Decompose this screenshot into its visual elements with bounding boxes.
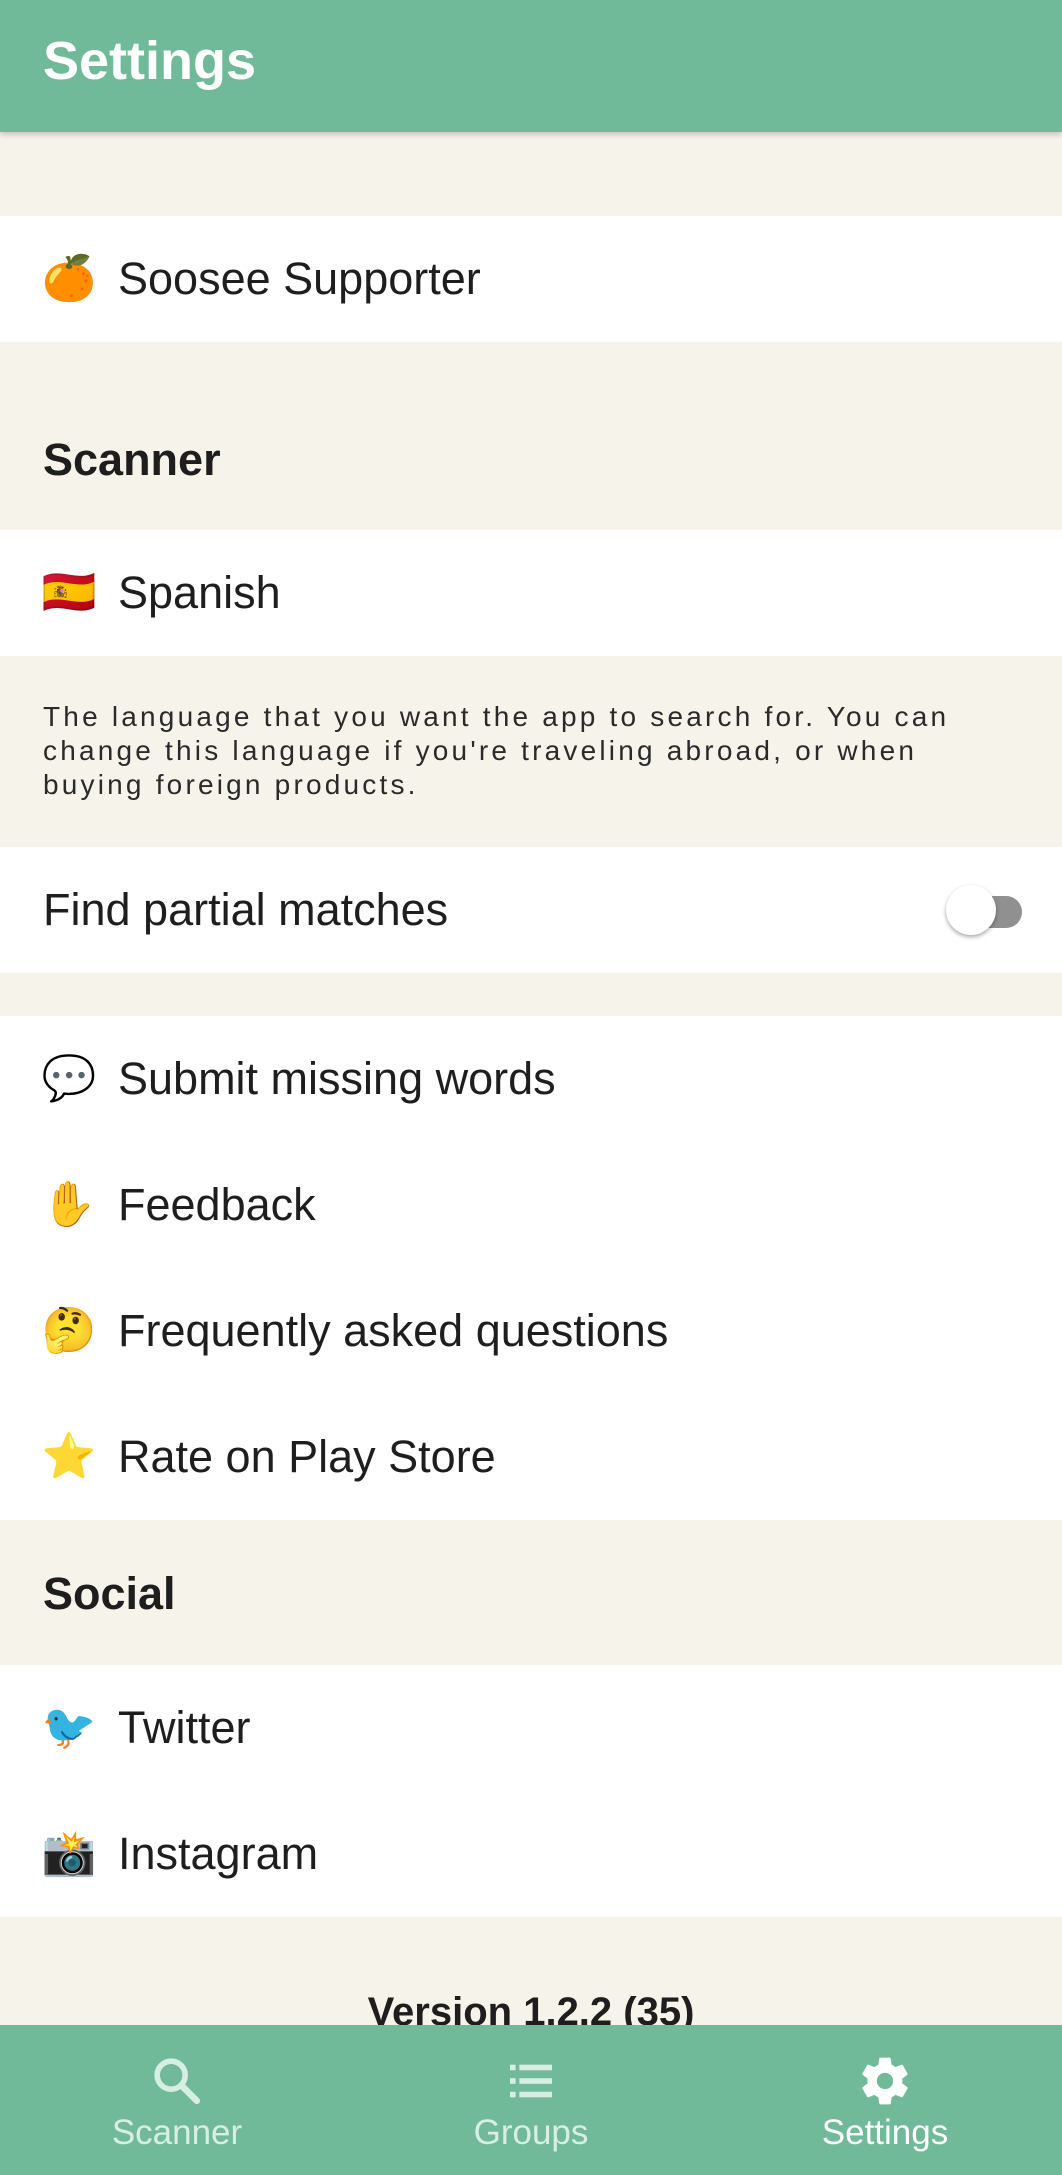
section-header-social: Social	[43, 1568, 176, 1619]
app-bar: Settings	[0, 0, 1062, 132]
speech-bubble-icon: 💬	[41, 1053, 97, 1104]
orange-icon: 🍊	[41, 253, 97, 304]
nav-label: Settings	[821, 2113, 949, 2152]
bottom-nav: Scanner Groups Settings	[0, 2025, 1062, 2175]
list-item-feedback[interactable]: ✋ Feedback	[0, 1142, 1062, 1268]
language-row[interactable]: 🇪🇸 Spanish	[0, 530, 1062, 656]
list-item-label: Frequently asked questions	[118, 1305, 669, 1356]
nav-item-groups[interactable]: Groups	[354, 2025, 708, 2175]
list-item-label: Submit missing words	[118, 1053, 556, 1104]
list-icon	[510, 2064, 552, 2098]
spain-flag-icon: 🇪🇸	[41, 567, 97, 618]
list-item-label: Twitter	[118, 1702, 251, 1753]
raised-hand-icon: ✋	[41, 1179, 97, 1230]
list-item-faq[interactable]: 🤔 Frequently asked questions	[0, 1268, 1062, 1394]
supporter-row[interactable]: 🍊 Soosee Supporter	[0, 216, 1062, 342]
nav-label: Groups	[473, 2113, 589, 2152]
camera-flash-icon: 📸	[41, 1828, 97, 1879]
gear-icon	[862, 2057, 908, 2105]
toggle-thumb	[946, 885, 996, 935]
thinking-face-icon: 🤔	[41, 1305, 97, 1356]
partial-matches-row[interactable]: Find partial matches	[0, 847, 1062, 973]
search-icon	[154, 2058, 201, 2105]
nav-item-settings[interactable]: Settings	[708, 2025, 1062, 2175]
list-item-label: Feedback	[118, 1179, 316, 1230]
language-label: Spanish	[118, 567, 281, 618]
page-title: Settings	[43, 31, 257, 91]
list-item-label: Rate on Play Store	[118, 1431, 496, 1482]
list-item-submit-missing-words[interactable]: 💬 Submit missing words	[0, 1016, 1062, 1142]
partial-matches-toggle[interactable]	[946, 882, 1034, 938]
supporter-label: Soosee Supporter	[118, 253, 481, 304]
nav-label: Scanner	[111, 2113, 243, 2152]
partial-matches-label: Find partial matches	[43, 884, 449, 935]
nav-item-scanner[interactable]: Scanner	[0, 2025, 354, 2175]
list-item-rate-play-store[interactable]: ⭐ Rate on Play Store	[0, 1394, 1062, 1520]
language-description: The language that you want the app to se…	[43, 701, 950, 800]
list-item-label: Instagram	[118, 1828, 319, 1879]
list-item-twitter[interactable]: 🐦 Twitter	[0, 1665, 1062, 1791]
list-item-instagram[interactable]: 📸 Instagram	[0, 1791, 1062, 1917]
bird-icon: 🐦	[41, 1702, 97, 1753]
section-header-scanner: Scanner	[43, 434, 221, 485]
star-icon: ⭐	[41, 1431, 97, 1482]
